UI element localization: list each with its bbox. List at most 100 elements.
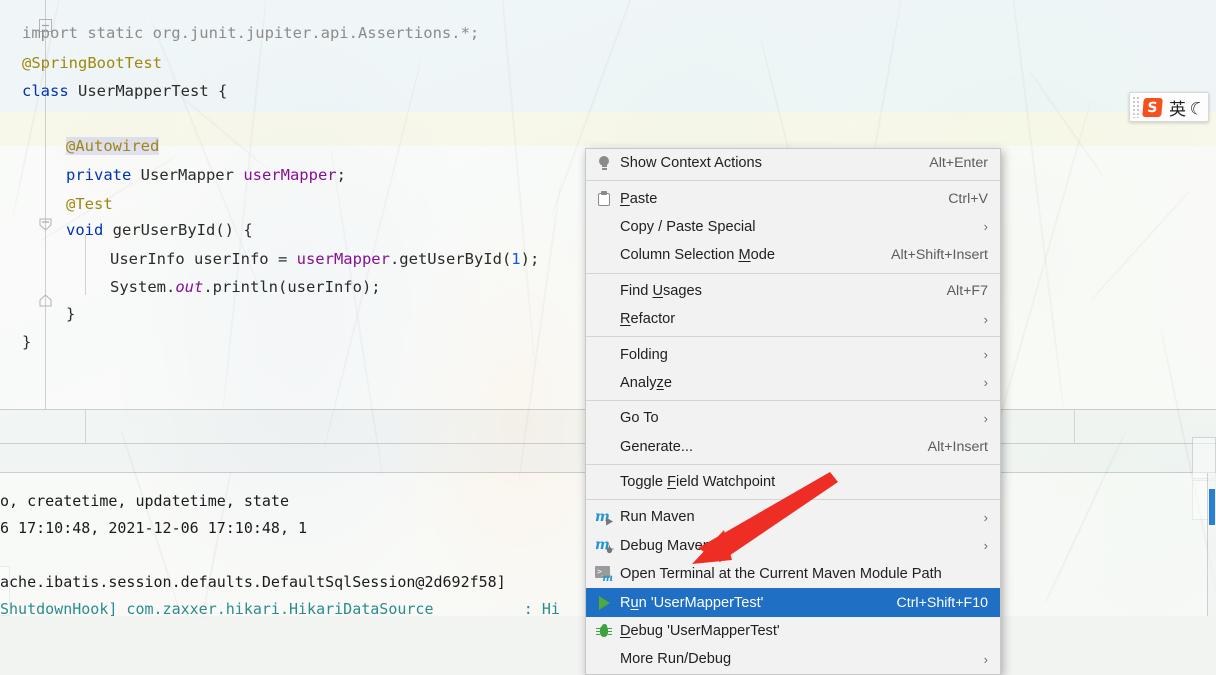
menu-item-shortcut: Ctrl+V — [948, 190, 988, 207]
menu-item-label: Show Context Actions — [620, 155, 762, 172]
maven-run-icon: m — [593, 508, 615, 526]
menu-item-run-usermappertest[interactable]: Run 'UserMapperTest' Ctrl+Shift+F10 — [586, 588, 1000, 617]
code-token: @Autowired — [66, 137, 160, 155]
code-line: void gerUserById() { — [66, 215, 253, 245]
menu-icon-placeholder — [593, 346, 615, 364]
menu-item-shortcut: Ctrl+Shift+F10 — [896, 594, 988, 611]
console-line: ShutdownHook] com.zaxxer.hikari.HikariDa… — [0, 600, 560, 616]
menu-separator — [586, 272, 1000, 274]
chevron-right-icon: › — [983, 509, 988, 525]
menu-icon-placeholder — [593, 310, 615, 328]
code-line: import static org.junit.jupiter.api.Asse… — [22, 18, 479, 48]
menu-item-go-to[interactable]: Go To › — [586, 404, 1000, 432]
code-line: UserInfo userInfo = userMapper.getUserBy… — [110, 244, 539, 274]
code-line: } — [22, 327, 31, 357]
menu-item-copy-paste-special[interactable]: Copy / Paste Special › — [586, 213, 1000, 241]
menu-item-more-run-debug[interactable]: More Run/Debug › — [586, 645, 1000, 673]
menu-icon-placeholder — [593, 374, 615, 392]
toolwindow-band-vdivider-left — [85, 410, 86, 443]
chevron-right-icon: › — [983, 538, 988, 554]
menu-icon-placeholder — [593, 473, 615, 491]
code-line: } — [66, 299, 75, 329]
menu-item-label: Open Terminal at the Current Maven Modul… — [620, 566, 942, 583]
ime-language-mode-icon[interactable]: 英 — [1169, 95, 1186, 120]
menu-separator — [586, 463, 1000, 465]
menu-item-column-selection-mode[interactable]: Column Selection Mode Alt+Shift+Insert — [586, 241, 1000, 269]
menu-item-toggle-field-watchpoint[interactable]: Toggle Field Watchpoint — [586, 468, 1000, 496]
code-token: } — [22, 333, 32, 351]
menu-item-shortcut: Alt+Shift+Insert — [891, 247, 988, 264]
code-line: @Autowired — [66, 131, 160, 161]
code-token: import static org.junit.jupiter.api.Asse… — [22, 24, 480, 42]
code-token: ; — [336, 166, 346, 184]
menu-separator — [586, 400, 1000, 402]
menu-item-label: Folding — [620, 346, 668, 363]
menu-item-debug-usermappertest[interactable]: Debug 'UserMapperTest' — [586, 617, 1000, 645]
menu-separator — [586, 499, 1000, 501]
code-token: class — [22, 82, 78, 100]
menu-item-folding[interactable]: Folding › — [586, 340, 1000, 368]
menu-item-label: Debug Maven — [620, 537, 711, 554]
menu-item-label: Generate... — [620, 438, 694, 455]
menu-item-shortcut: Alt+Enter — [929, 155, 988, 172]
code-token: 1 — [511, 250, 521, 268]
menu-icon-placeholder — [593, 409, 615, 427]
ime-moon-icon[interactable]: ☽ — [1188, 95, 1208, 118]
menu-item-label: Toggle Field Watchpoint — [620, 474, 776, 491]
run-icon — [593, 594, 615, 612]
code-line: System.out.println(userInfo); — [110, 272, 381, 302]
menu-item-debug-maven[interactable]: m Debug Maven › — [586, 532, 1000, 560]
menu-item-label: Debug 'UserMapperTest' — [620, 623, 780, 640]
code-token: @Test — [66, 195, 113, 213]
menu-item-open-terminal-at-the-current-maven-module-path[interactable]: >_ m Open Terminal at the Current Maven Mo… — [586, 560, 1000, 588]
menu-item-analyze[interactable]: Analyze › — [586, 369, 1000, 397]
menu-item-label: Run 'UserMapperTest' — [620, 594, 764, 611]
menu-item-generate[interactable]: Generate... Alt+Insert — [586, 433, 1000, 461]
menu-item-run-maven[interactable]: m Run Maven › — [586, 503, 1000, 531]
console-line: ache.ibatis.session.defaults.DefaultSqlS… — [0, 573, 506, 591]
menu-icon-placeholder — [593, 650, 615, 668]
sogou-logo-icon[interactable]: S — [1142, 97, 1163, 117]
menu-item-label: Analyze — [620, 374, 672, 391]
chevron-right-icon: › — [983, 375, 988, 391]
code-token: } — [66, 305, 76, 323]
menu-item-find-usages[interactable]: Find Usages Alt+F7 — [586, 277, 1000, 305]
menu-item-show-context-actions[interactable]: Show Context Actions Alt+Enter — [586, 149, 1000, 177]
menu-icon-placeholder — [593, 438, 615, 456]
menu-item-label: Go To — [620, 410, 659, 427]
menu-item-label: Run Maven — [620, 509, 695, 526]
menu-separator — [586, 180, 1000, 182]
debug-icon — [593, 622, 615, 640]
code-token: out — [175, 278, 204, 296]
code-token: UserMapper — [140, 166, 244, 184]
code-token: gerUserById() { — [112, 221, 253, 239]
menu-item-label: Find Usages — [620, 282, 702, 299]
menu-item-label: Copy / Paste Special — [620, 218, 756, 235]
code-token: userMapper — [296, 250, 390, 268]
menu-item-paste[interactable]: Paste Ctrl+V — [586, 184, 1000, 212]
menu-item-label: Column Selection Mode — [620, 247, 775, 264]
editor-context-menu[interactable]: Show Context Actions Alt+Enter Paste Ctrl+V… — [585, 148, 1001, 675]
console-scrollbar-thumb[interactable] — [1209, 489, 1215, 525]
maven-debug-icon: m — [593, 537, 615, 555]
sogou-ime-toolbar[interactable]: S 英 ☽ — [1129, 92, 1209, 122]
chevron-right-icon: › — [983, 219, 988, 235]
menu-item-refactor[interactable]: Refactor › — [586, 305, 1000, 333]
lightbulb-icon — [593, 154, 615, 172]
code-token: .println(userInfo); — [203, 278, 381, 296]
chevron-right-icon: › — [983, 347, 988, 363]
ime-drag-handle[interactable] — [1132, 96, 1140, 118]
chevron-right-icon: › — [983, 651, 988, 667]
menu-icon-placeholder — [593, 282, 615, 300]
menu-icon-placeholder — [593, 246, 615, 264]
code-line: private UserMapper userMapper; — [66, 160, 346, 190]
terminal-icon: >_ m — [595, 566, 613, 585]
code-token: UserMapperTest { — [78, 82, 228, 100]
menu-item-label: Refactor — [620, 311, 676, 328]
code-token: userMapper — [243, 166, 337, 184]
chevron-right-icon: › — [983, 410, 988, 426]
code-line: class UserMapperTest { — [22, 76, 227, 106]
menu-separator — [586, 336, 1000, 338]
code-line: @SpringBootTest — [22, 48, 162, 78]
menu-item-label: More Run/Debug — [620, 651, 732, 668]
